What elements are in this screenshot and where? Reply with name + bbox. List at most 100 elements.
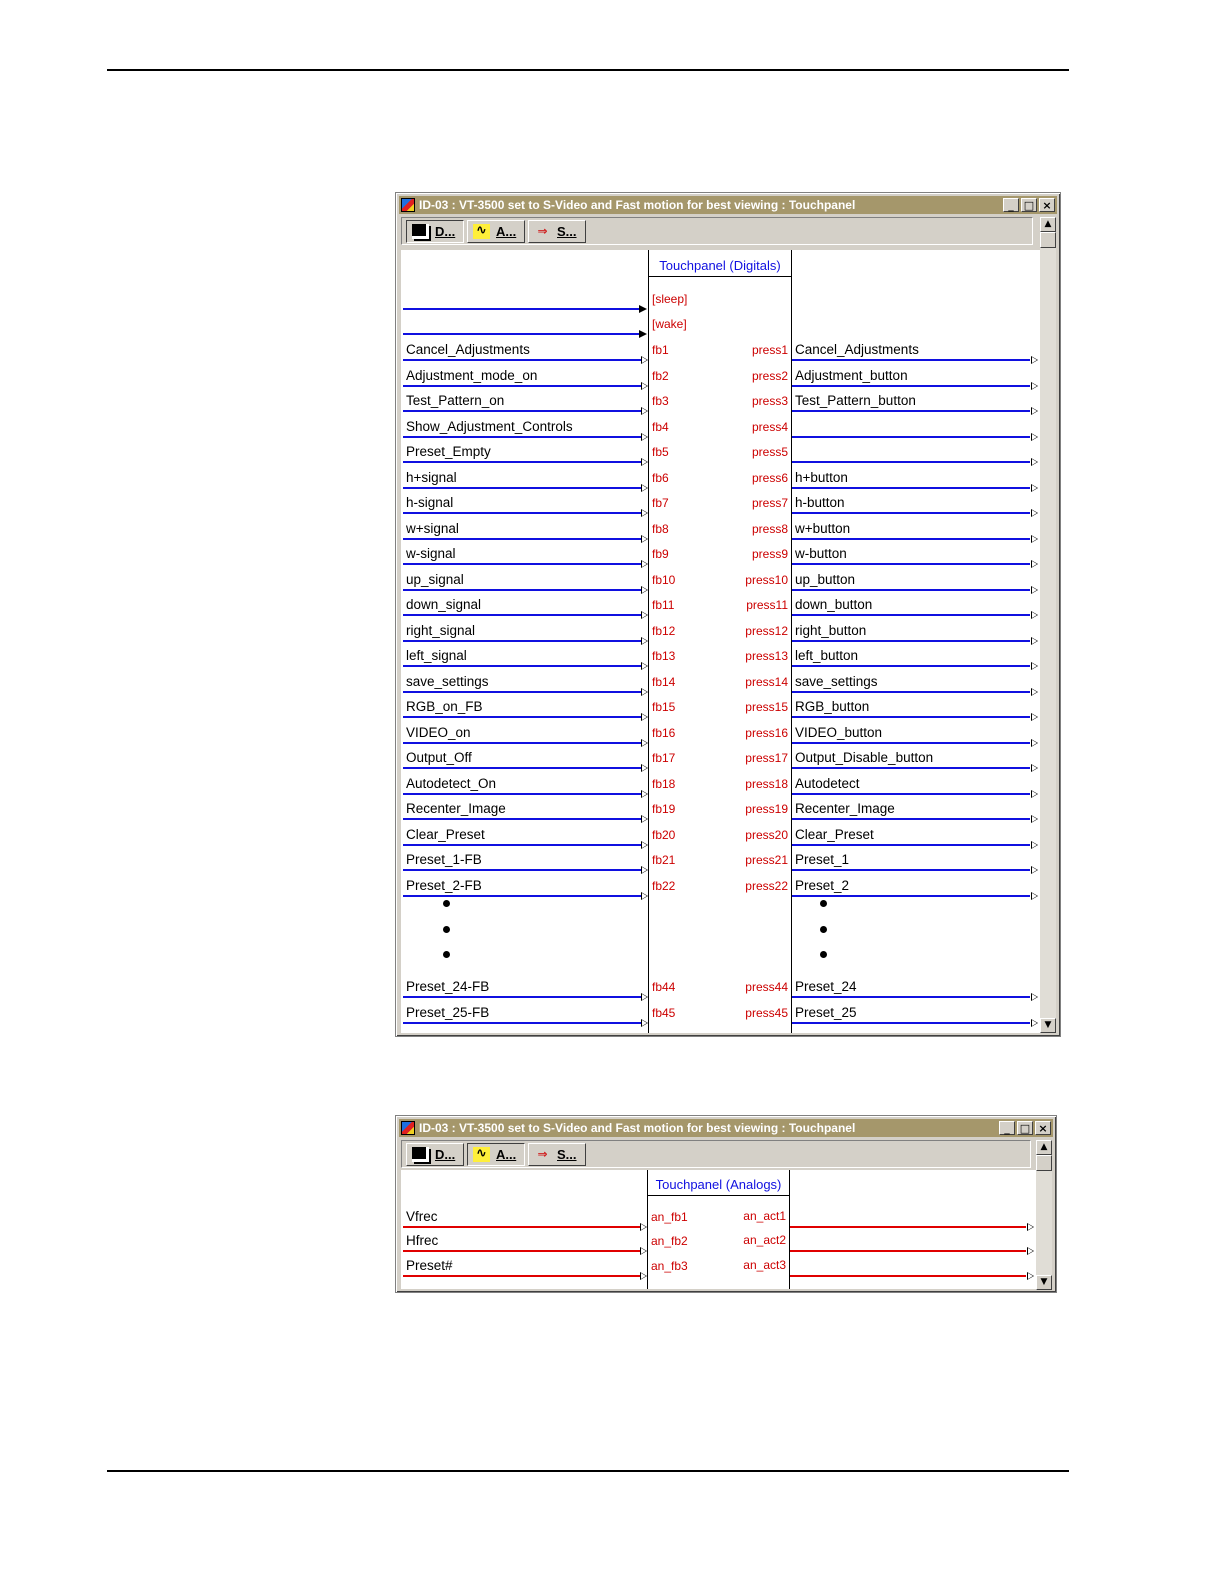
digitals-view-button[interactable]: D... <box>406 1143 464 1166</box>
input-signal-label: Clear_Preset <box>406 826 485 842</box>
analog-output-wire[interactable] <box>790 1250 1026 1253</box>
input-wire[interactable] <box>403 461 641 463</box>
scroll-down-arrow[interactable]: ▼ <box>1036 1275 1052 1290</box>
scroll-thumb[interactable] <box>1036 1155 1052 1171</box>
fb-pin: fb11 <box>652 598 675 612</box>
input-wire[interactable] <box>403 588 641 591</box>
digitals-symbol-box[interactable]: Touchpanel (Digitals) <box>648 250 792 1033</box>
analog-input-wire[interactable] <box>403 1274 640 1277</box>
vertical-scrollbar[interactable]: ▲ ▼ <box>1036 1140 1052 1290</box>
output-wire[interactable] <box>792 461 1030 463</box>
scroll-up-arrow[interactable]: ▲ <box>1040 217 1056 232</box>
analog-input-wire[interactable] <box>403 1250 640 1253</box>
analog-input-wire[interactable] <box>403 1226 640 1228</box>
output-signal-label: up_button <box>795 571 856 587</box>
serials-view-button[interactable]: ⇒ S... <box>528 220 586 243</box>
scroll-down-arrow[interactable]: ▼ <box>1040 1018 1056 1033</box>
input-wire[interactable] <box>403 818 641 820</box>
input-wire[interactable] <box>403 384 641 387</box>
minimize-button[interactable]: _ <box>1003 198 1019 212</box>
wake-input-wire[interactable] <box>403 333 640 335</box>
input-wire[interactable] <box>403 996 641 998</box>
output-wire[interactable] <box>792 563 1030 565</box>
output-wire[interactable] <box>792 792 1030 795</box>
input-wire[interactable] <box>403 410 641 412</box>
input-signal-label: Preset_Empty <box>406 444 491 459</box>
input-wire[interactable] <box>403 359 641 361</box>
press-pin: press22 <box>745 878 788 893</box>
output-wire[interactable] <box>792 767 1030 769</box>
input-wire[interactable] <box>403 512 641 514</box>
close-button[interactable]: × <box>1035 1121 1051 1135</box>
output-wire[interactable] <box>792 486 1030 489</box>
analogs-view-button[interactable]: ∿ A... <box>467 220 525 243</box>
sleep-input-wire[interactable] <box>403 308 640 310</box>
output-wire[interactable] <box>792 690 1030 693</box>
analog-output-wire[interactable] <box>790 1274 1026 1277</box>
input-wire[interactable] <box>403 665 641 667</box>
input-wire[interactable] <box>403 614 641 616</box>
output-wire[interactable] <box>792 359 1030 361</box>
output-wire[interactable] <box>792 435 1030 438</box>
input-wire[interactable] <box>403 843 641 846</box>
vertical-scrollbar[interactable]: ▲ ▼ <box>1040 217 1056 1033</box>
title-bar[interactable]: ID-03 : VT-3500 set to S-Video and Fast … <box>399 1119 1053 1137</box>
input-wire[interactable] <box>403 767 641 769</box>
maximize-button[interactable]: □ <box>1021 198 1037 212</box>
output-wire[interactable] <box>792 639 1030 642</box>
input-wire[interactable] <box>403 894 641 897</box>
input-wire[interactable] <box>403 486 641 489</box>
title-bar[interactable]: ID-03 : VT-3500 set to S-Video and Fast … <box>399 196 1057 214</box>
input-wire[interactable] <box>403 1021 641 1024</box>
input-wire[interactable] <box>403 563 641 565</box>
press-pin: press10 <box>745 572 788 587</box>
close-button[interactable]: × <box>1039 198 1055 212</box>
output-arrow-icon <box>1031 662 1038 670</box>
input-wire[interactable] <box>403 716 641 718</box>
fb-pin: fb4 <box>652 419 669 434</box>
input-wire[interactable] <box>403 537 641 540</box>
fb-pin: fb8 <box>652 521 669 536</box>
output-wire[interactable] <box>792 614 1030 616</box>
input-wire[interactable] <box>403 741 641 744</box>
digitals-view-button[interactable]: D... <box>406 220 464 243</box>
window-title: ID-03 : VT-3500 set to S-Video and Fast … <box>419 198 856 212</box>
fb-pin: fb10 <box>652 572 676 587</box>
input-signal-label: Cancel_Adjustments <box>406 342 530 357</box>
output-wire[interactable] <box>792 665 1030 667</box>
output-wire[interactable] <box>792 996 1030 998</box>
scroll-up-arrow[interactable]: ▲ <box>1036 1140 1052 1155</box>
serials-view-button[interactable]: ⇒ S... <box>528 1143 586 1166</box>
output-wire[interactable] <box>792 512 1030 514</box>
output-signal-label: Test_Pattern_button <box>795 393 916 408</box>
press-pin: press45 <box>745 1005 788 1020</box>
press-pin: press20 <box>745 827 788 842</box>
toolbar: D... ∿ A... ⇒ S... <box>401 1140 1031 1168</box>
serials-view-label: S... <box>557 1147 577 1162</box>
analogs-view-button[interactable]: ∿ A... <box>467 1143 525 1166</box>
maximize-button[interactable]: □ <box>1017 1121 1033 1135</box>
output-wire[interactable] <box>792 410 1030 412</box>
output-arrow-icon <box>1031 356 1038 364</box>
output-wire[interactable] <box>792 588 1030 591</box>
output-wire[interactable] <box>792 869 1030 871</box>
input-wire[interactable] <box>403 869 641 871</box>
output-wire[interactable] <box>792 818 1030 820</box>
output-signal-label: VIDEO_button <box>795 724 883 740</box>
input-wire[interactable] <box>403 792 641 795</box>
output-wire[interactable] <box>792 384 1030 387</box>
output-wire[interactable] <box>792 537 1030 540</box>
analog-output-wire[interactable] <box>790 1226 1026 1228</box>
output-wire[interactable] <box>792 716 1030 718</box>
output-wire[interactable] <box>792 894 1030 897</box>
output-wire[interactable] <box>792 741 1030 744</box>
input-signal-label: Preset_25-FB <box>406 1004 490 1020</box>
input-wire[interactable] <box>403 435 641 438</box>
output-wire[interactable] <box>792 843 1030 846</box>
output-wire[interactable] <box>792 1021 1030 1024</box>
input-wire[interactable] <box>403 639 641 642</box>
scroll-thumb[interactable] <box>1040 232 1056 248</box>
minimize-button[interactable]: _ <box>999 1121 1015 1135</box>
input-wire[interactable] <box>403 690 641 693</box>
output-arrow-icon <box>1031 993 1038 1001</box>
